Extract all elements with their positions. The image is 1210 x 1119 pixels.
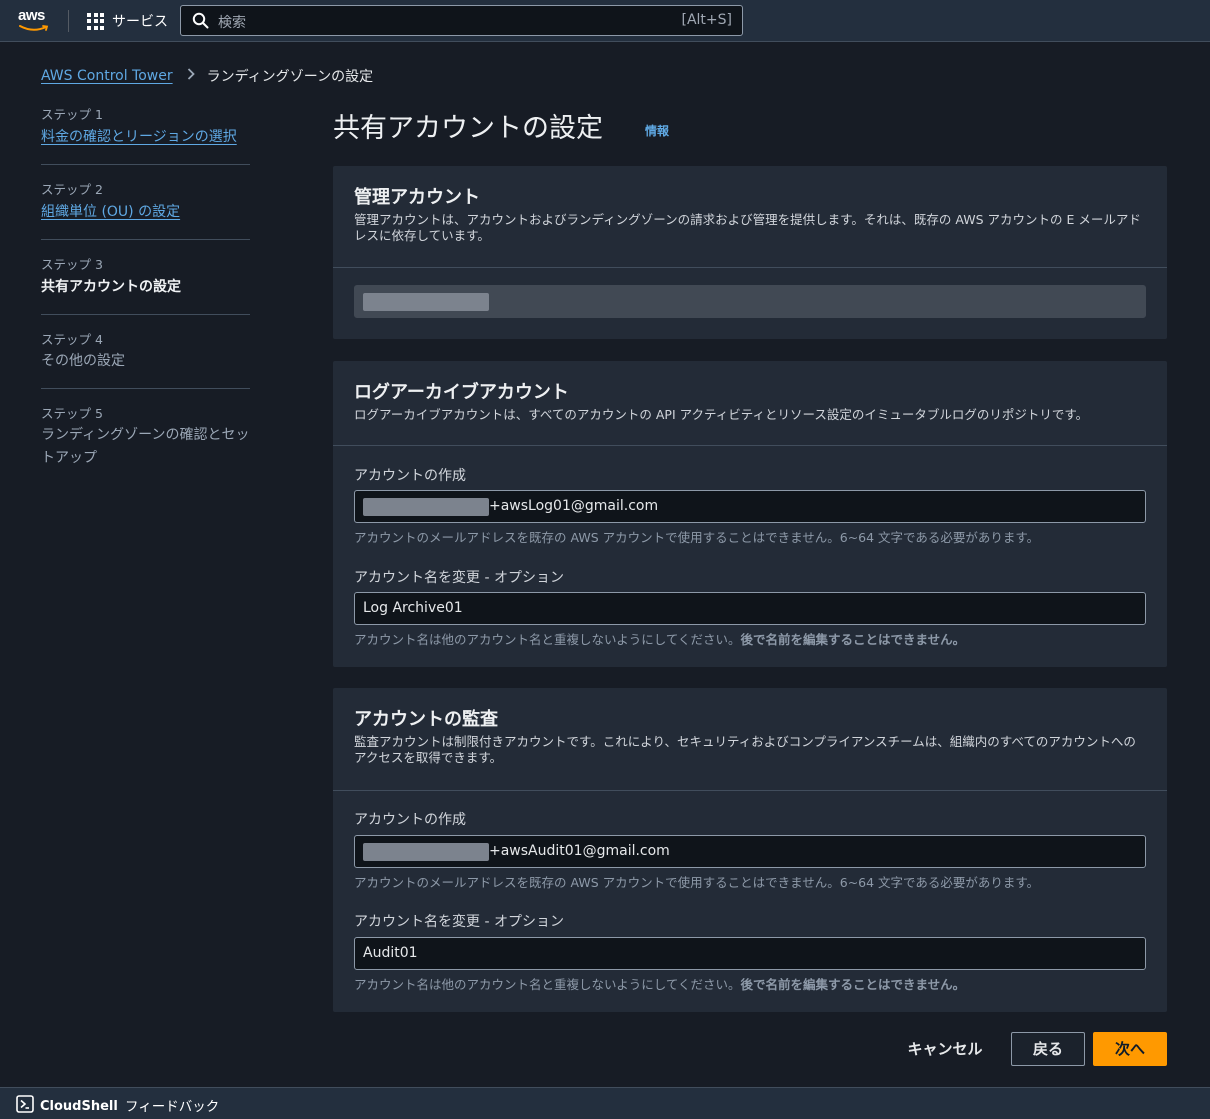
- step-number: ステップ 2: [41, 182, 103, 197]
- management-account-container: 管理アカウント 管理アカウントは、アカウントおよびランディングゾーンの請求および…: [333, 166, 1167, 339]
- container-title: 管理アカウント: [354, 187, 480, 208]
- top-navigation: aws サービス 検索 [Alt+S]: [0, 0, 1210, 42]
- breadcrumb-root-link[interactable]: AWS Control Tower: [41, 68, 173, 84]
- back-button[interactable]: 戻る: [1011, 1032, 1085, 1066]
- services-menu-button[interactable]: サービス: [87, 11, 168, 31]
- search-placeholder: 検索: [218, 15, 246, 31]
- audit-name-input[interactable]: Audit01: [354, 937, 1146, 970]
- bottom-bar: CloudShell フィードバック: [0, 1087, 1210, 1119]
- step-2: ステップ 2 組織単位 (OU) の設定: [41, 180, 250, 240]
- search-icon: [192, 12, 209, 29]
- container-header: 管理アカウント 管理アカウントは、アカウントおよびランディングゾーンの請求および…: [333, 166, 1167, 268]
- breadcrumb-current: ランディングゾーンの設定: [206, 69, 374, 85]
- audit-account-container: アカウントの監査 監査アカウントは制限付きアカウントです。これにより、セキュリテ…: [333, 688, 1167, 1012]
- container-title: ログアーカイブアカウント: [354, 382, 569, 403]
- breadcrumb: AWS Control Tower ランディングゾーンの設定: [41, 66, 373, 86]
- container-description: 管理アカウントは、アカウントおよびランディングゾーンの請求および管理を提供します…: [354, 212, 1141, 243]
- feedback-link[interactable]: フィードバック: [125, 1095, 219, 1115]
- log-archive-email-input[interactable]: +awsLog01@gmail.com: [354, 490, 1146, 523]
- input-value: Log Archive01: [363, 600, 463, 616]
- field-label: アカウント名を変更 - オプション: [354, 914, 564, 930]
- hint-bold-text: 後で名前を編集することはできません。: [740, 632, 966, 647]
- step-disabled-label: ランディングゾーンの確認とセットアップ: [41, 427, 250, 466]
- redacted-block: [363, 293, 489, 311]
- step-number: ステップ 3: [41, 257, 103, 272]
- nav-divider: [68, 10, 69, 32]
- page-title: 共有アカウントの設定: [333, 113, 603, 144]
- step-number: ステップ 4: [41, 332, 103, 347]
- input-value: Audit01: [363, 945, 418, 961]
- container-header: ログアーカイブアカウント ログアーカイブアカウントは、すべてのアカウントの AP…: [333, 361, 1167, 446]
- cancel-button[interactable]: キャンセル: [898, 1037, 992, 1061]
- chevron-right-icon: [187, 68, 195, 84]
- terminal-icon: [16, 1095, 34, 1117]
- log-archive-container: ログアーカイブアカウント ログアーカイブアカウントは、すべてのアカウントの AP…: [333, 361, 1167, 667]
- field-hint: アカウント名は他のアカウント名と重複しないようにしてください。後で名前を編集する…: [354, 974, 965, 993]
- email-suffix: +awsAudit01@gmail.com: [489, 843, 670, 859]
- step-number: ステップ 5: [41, 406, 103, 421]
- redacted-block: [363, 843, 489, 861]
- aws-smile-icon: [19, 25, 49, 31]
- container-description: 監査アカウントは制限付きアカウントです。これにより、セキュリティおよびコンプライ…: [354, 734, 1136, 765]
- management-email-field: [354, 285, 1146, 318]
- step-1: ステップ 1 料金の確認とリージョンの選択: [41, 105, 250, 165]
- hint-text: アカウント名は他のアカウント名と重複しないようにしてください。: [354, 977, 741, 992]
- field-label: アカウントの作成: [354, 468, 466, 484]
- grid-icon: [87, 12, 104, 30]
- field-hint: アカウント名は他のアカウント名と重複しないようにしてください。後で名前を編集する…: [354, 629, 965, 648]
- step-3: ステップ 3 共有アカウントの設定: [41, 255, 250, 315]
- step-link[interactable]: 組織単位 (OU) の設定: [41, 200, 250, 224]
- info-link[interactable]: 情報: [645, 122, 669, 139]
- aws-logo-text: aws: [18, 7, 45, 24]
- container-title: アカウントの監査: [354, 709, 498, 730]
- search-shortcut: [Alt+S]: [681, 12, 733, 28]
- wizard-steps: ステップ 1 料金の確認とリージョンの選択 ステップ 2 組織単位 (OU) の…: [41, 105, 250, 500]
- log-archive-name-input[interactable]: Log Archive01: [354, 592, 1146, 625]
- field-label: アカウントの作成: [354, 812, 466, 828]
- search-input[interactable]: 検索 [Alt+S]: [180, 5, 743, 36]
- aws-logo[interactable]: aws: [18, 8, 52, 34]
- next-button[interactable]: 次へ: [1093, 1032, 1167, 1066]
- hint-text: アカウント名は他のアカウント名と重複しないようにしてください。: [354, 632, 741, 647]
- cloudshell-label: CloudShell: [40, 1098, 118, 1114]
- step-link[interactable]: 料金の確認とリージョンの選択: [41, 125, 250, 149]
- step-4: ステップ 4 その他の設定: [41, 330, 250, 389]
- step-current-label: 共有アカウントの設定: [41, 279, 181, 295]
- audit-email-input[interactable]: +awsAudit01@gmail.com: [354, 835, 1146, 868]
- redacted-block: [363, 498, 489, 516]
- field-label: アカウント名を変更 - オプション: [354, 570, 564, 586]
- container-description: ログアーカイブアカウントは、すべてのアカウントの API アクティビティとリソー…: [354, 407, 1089, 422]
- email-suffix: +awsLog01@gmail.com: [489, 498, 659, 514]
- container-header: アカウントの監査 監査アカウントは制限付きアカウントです。これにより、セキュリテ…: [333, 688, 1167, 791]
- step-number: ステップ 1: [41, 107, 103, 122]
- field-hint: アカウントのメールアドレスを既存の AWS アカウントで使用することはできません…: [354, 875, 1040, 890]
- step-5: ステップ 5 ランディングゾーンの確認とセットアップ: [41, 404, 250, 485]
- hint-bold-text: 後で名前を編集することはできません。: [740, 977, 966, 992]
- step-disabled-label: その他の設定: [41, 353, 125, 369]
- services-label: サービス: [112, 14, 168, 30]
- field-hint: アカウントのメールアドレスを既存の AWS アカウントで使用することはできません…: [354, 530, 1040, 545]
- cloudshell-button[interactable]: CloudShell: [16, 1095, 118, 1117]
